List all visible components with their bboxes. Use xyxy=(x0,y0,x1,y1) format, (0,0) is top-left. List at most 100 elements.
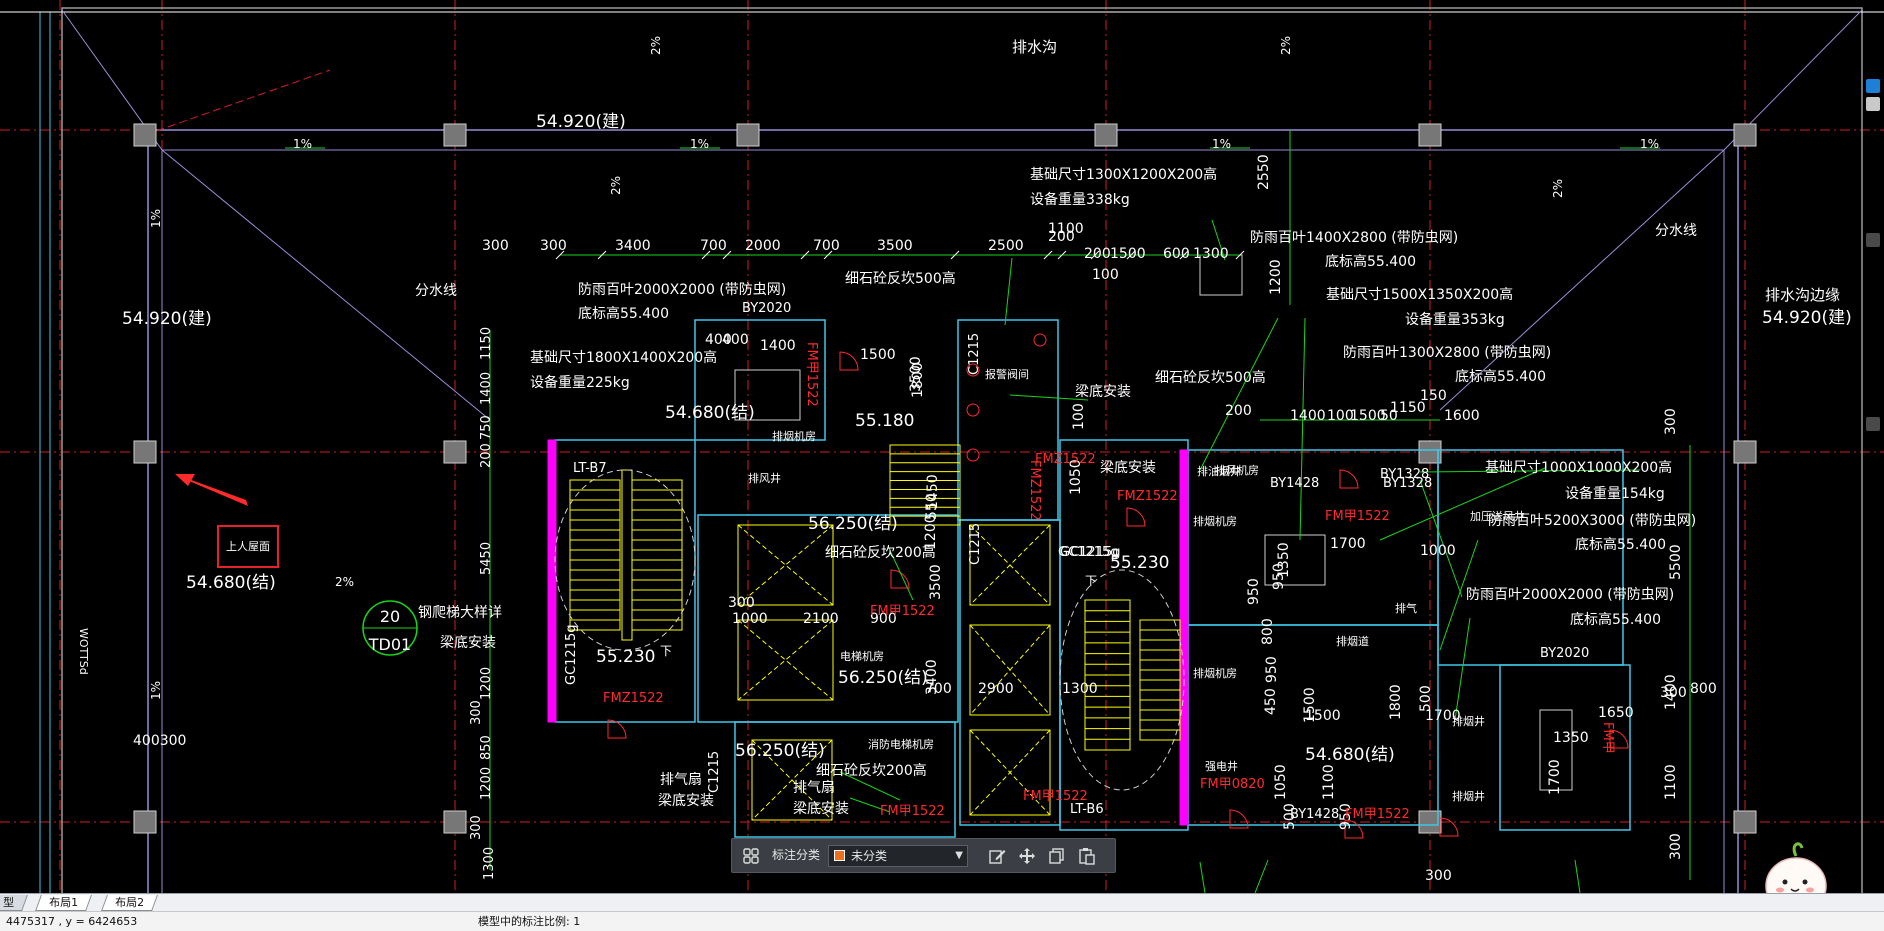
dimension-text: 1300 xyxy=(1193,246,1229,262)
dimension-text: 300 xyxy=(728,595,755,611)
room-label: 电梯机房 xyxy=(840,649,884,663)
dimension-text: 100 xyxy=(1092,267,1119,283)
annotation-note: 底标高55.400 xyxy=(1455,368,1546,385)
door-code: FM甲 xyxy=(1600,722,1615,754)
slope-label: 1% xyxy=(149,681,163,700)
element-code: BY1428 xyxy=(1290,807,1339,822)
annotation-note: 设备重量225kg xyxy=(530,374,630,391)
annotation-note: 细石砼反坎200高 xyxy=(825,544,936,561)
annotation-note: 梁底安装 xyxy=(440,635,496,651)
tab-layout1[interactable]: 布局1 xyxy=(35,895,92,911)
edit-icon[interactable] xyxy=(987,846,1007,866)
cad-canvas[interactable]: 排水沟 2% 2% 2% 2% 1% 1% 1% 1% 54.920(建) 54.920(建) 排水沟… xyxy=(0,0,1884,893)
dimension-text: 200 xyxy=(1084,246,1111,262)
roof-callout-box[interactable]: 上人屋面 xyxy=(217,525,279,568)
side-tool-button[interactable] xyxy=(1866,97,1880,111)
dimension-text: 300 xyxy=(469,815,484,840)
element-code: LT-B7 xyxy=(573,461,607,476)
stair-handrail xyxy=(621,469,633,641)
annotation-note: 基础尺寸1500X1350X200高 xyxy=(1326,286,1513,303)
side-tool-button[interactable] xyxy=(1866,233,1880,247)
dimension-text: 200 xyxy=(479,443,494,468)
annotation-note: 排气扇 xyxy=(660,772,702,788)
dimension-text: 1700 xyxy=(1547,759,1563,795)
room-label: 排烟机房 xyxy=(1193,514,1237,528)
dimension-text: 1300 xyxy=(482,847,497,880)
elevation-label: 54.920(建) xyxy=(1762,308,1852,328)
dimension-text: 1150 xyxy=(479,327,494,360)
door-code: FMZ1522 xyxy=(1035,452,1096,467)
tab-model[interactable]: 型 xyxy=(0,895,28,911)
elevation-label: 54.920(建) xyxy=(122,309,212,329)
leader-line xyxy=(1254,859,1269,893)
element-code: BY1428 xyxy=(1270,476,1319,491)
dimension-text: 300 xyxy=(1425,868,1452,884)
element-code: GC1215g xyxy=(1058,545,1119,560)
room-label: 加压送风井 xyxy=(1470,509,1525,523)
paste-icon[interactable] xyxy=(1077,846,1097,866)
leader-line xyxy=(1199,317,1279,471)
dimension-text: 300 xyxy=(1660,685,1687,701)
cad-drawing[interactable]: 排水沟 2% 2% 2% 2% 1% 1% 1% 1% 54.920(建) 54.920(建) 排水沟… xyxy=(0,0,1884,893)
annotation-toolbar[interactable]: 标注分类 未分类 ▼ xyxy=(731,838,1116,873)
annotation-note: 细石砼反坎200高 xyxy=(816,762,927,779)
dimension-text: 300 xyxy=(482,238,509,254)
slope-line xyxy=(144,69,331,136)
elevation-label: 54.680(结) xyxy=(665,403,755,423)
dimension-text: 300 xyxy=(1663,408,1679,435)
room-label: 报警阀间 xyxy=(985,367,1029,381)
annotation-note: 细石砼反坎500高 xyxy=(1155,369,1266,386)
dimension-text: 1400 xyxy=(1290,408,1326,424)
column xyxy=(133,123,157,147)
grid-icon[interactable] xyxy=(741,846,761,866)
annotation-note: 基础尺寸1800X1400X200高 xyxy=(530,349,717,366)
elevation-label: 56.250(结) xyxy=(735,741,825,761)
dimension-text: 150 xyxy=(1420,388,1447,404)
leader-line xyxy=(1199,861,1206,893)
move-icon[interactable] xyxy=(1017,846,1037,866)
stair-run xyxy=(631,479,683,631)
dimension-text: 2100 xyxy=(803,611,839,627)
dimension-text: 700 xyxy=(700,238,727,254)
annotation-category-select[interactable]: 未分类 ▼ xyxy=(828,845,968,867)
side-tool-button[interactable] xyxy=(1866,79,1880,93)
leader-line xyxy=(1299,317,1306,541)
valve-symbol xyxy=(1033,333,1047,347)
smoke-room xyxy=(1187,624,1439,826)
side-tool-button[interactable] xyxy=(1866,417,1880,431)
dimension-text: 1100 xyxy=(1048,221,1084,237)
dimension-text: 1350 xyxy=(1276,542,1292,578)
column xyxy=(1733,440,1757,464)
annotation-note: 底标高55.400 xyxy=(1325,253,1416,270)
dimension-text: 1200 xyxy=(479,767,494,800)
slope-label: 1% xyxy=(1640,137,1659,151)
room-label: 强电井 xyxy=(1205,759,1238,773)
dimension-text: 1400 xyxy=(479,372,494,405)
slope-label: 1% xyxy=(149,209,163,228)
copy-icon[interactable] xyxy=(1047,846,1067,866)
detail-code: TD01 xyxy=(368,635,411,654)
category-selected-value: 未分类 xyxy=(851,849,888,863)
detail-number: 20 xyxy=(380,607,400,626)
room-label: 排烟机房 xyxy=(1193,666,1237,680)
column xyxy=(1418,123,1442,147)
valve-symbol xyxy=(966,403,980,417)
room-label: 排烟井 xyxy=(1452,714,1485,728)
dimension-text: 3400 xyxy=(615,238,651,254)
door-code: FM甲1522 xyxy=(880,804,945,819)
column xyxy=(133,440,157,464)
elevation-label: 55.180 xyxy=(855,411,914,431)
tab-layout2[interactable]: 布局2 xyxy=(101,895,158,911)
annotation-note: 基础尺寸1000X1000X200高 xyxy=(1485,459,1672,476)
stair-direction: 下 xyxy=(1085,574,1097,588)
door-code: FMZ1522 xyxy=(603,691,664,706)
room-label: 排风井 xyxy=(748,471,781,485)
annotation-note: 梁底安装 xyxy=(793,801,849,817)
dimension-text: 5450 xyxy=(479,542,494,575)
dimension-text: 3500 xyxy=(928,564,944,600)
dimension-text: 2900 xyxy=(978,681,1014,697)
valve-symbol xyxy=(966,448,980,462)
room-label: 排烟机房 xyxy=(772,429,816,443)
room-label: 排气 xyxy=(1395,601,1417,615)
dimension-text: 1350 xyxy=(1553,730,1589,746)
